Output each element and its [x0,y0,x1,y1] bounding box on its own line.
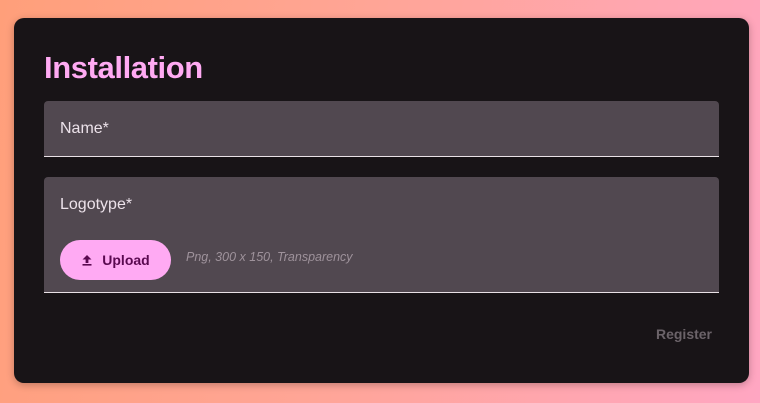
name-field-label: Name* [60,120,109,137]
logotype-hint: Png, 300 x 150, Transparency [186,250,353,264]
logotype-field: Logotype* Upload Png, 300 x 150, Transpa… [44,177,719,293]
upload-button-label: Upload [102,252,150,268]
name-field[interactable]: Name* [44,101,719,157]
installation-card: Installation Name* Logotype* Upload Png,… [14,18,749,383]
upload-button[interactable]: Upload [60,240,171,280]
page-title: Installation [44,50,203,85]
register-button[interactable]: Register [644,318,724,350]
upload-icon [81,254,93,266]
logotype-field-label: Logotype* [60,196,133,213]
